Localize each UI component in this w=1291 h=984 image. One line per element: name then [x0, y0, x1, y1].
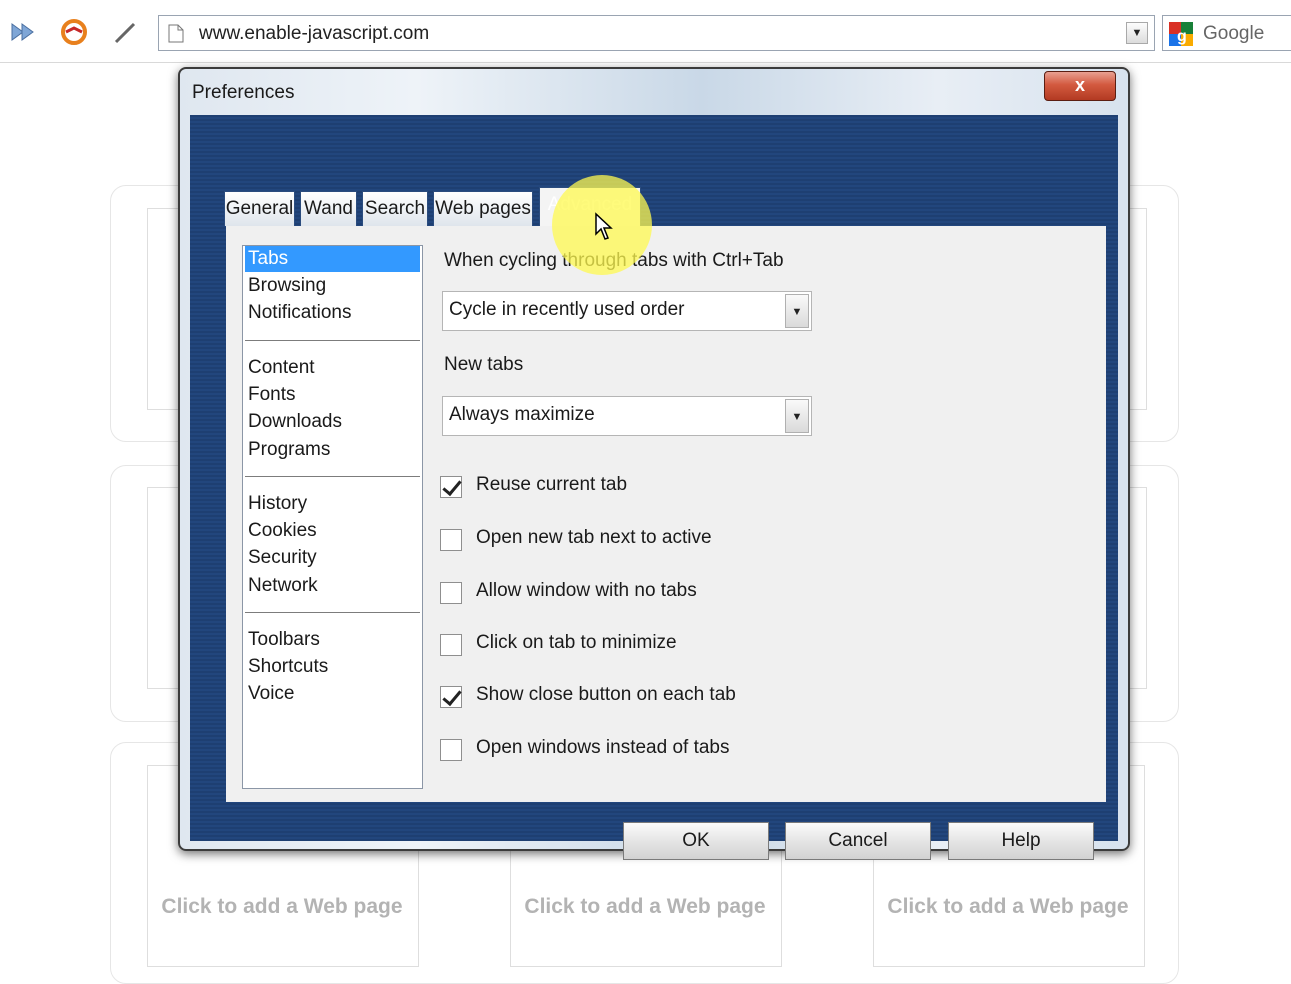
category-shortcuts[interactable]: Shortcuts	[245, 654, 420, 680]
category-security[interactable]: Security	[245, 545, 420, 571]
ok-button[interactable]: OK	[623, 822, 769, 860]
option-label: Reuse current tab	[476, 474, 628, 495]
speed-dial-caption: Click to add a Web page	[161, 895, 403, 918]
category-tabs[interactable]: Tabs	[245, 246, 420, 272]
category-content[interactable]: Content	[245, 355, 420, 381]
search-box[interactable]: g Google	[1162, 15, 1291, 51]
category-divider	[245, 476, 420, 477]
tab-search[interactable]: Search	[362, 191, 428, 226]
speed-dial-caption: Click to add a Web page	[524, 895, 766, 918]
tab-web-pages[interactable]: Web pages	[433, 191, 533, 226]
new-tabs-label: New tabs	[444, 354, 524, 375]
click-tab-minimize-checkbox[interactable]	[440, 634, 462, 656]
url-text: www.enable-javascript.com	[199, 23, 430, 44]
category-notifications[interactable]: Notifications	[245, 300, 420, 326]
fast-forward-icon[interactable]	[8, 16, 40, 48]
speed-dial-caption: Click to add a Web page	[887, 895, 1129, 918]
category-toolbars[interactable]: Toolbars	[245, 627, 420, 653]
category-programs[interactable]: Programs	[245, 437, 420, 463]
address-bar[interactable]: www.enable-javascript.com ▼	[158, 15, 1155, 51]
option-label: Open windows instead of tabs	[476, 737, 730, 758]
category-divider	[245, 612, 420, 613]
category-divider	[245, 340, 420, 341]
option-label: Open new tab next to active	[476, 527, 712, 548]
chevron-down-icon[interactable]: ▼	[785, 399, 809, 433]
option-label: Allow window with no tabs	[476, 580, 697, 601]
category-fonts[interactable]: Fonts	[245, 382, 420, 408]
mouse-cursor-icon	[595, 212, 613, 240]
cycle-order-select[interactable]: Cycle in recently used order ▼	[442, 291, 812, 331]
open-windows-checkbox[interactable]	[440, 739, 462, 761]
allow-no-tabs-checkbox[interactable]	[440, 582, 462, 604]
advanced-tab-page: Tabs Browsing Notifications Content Font…	[226, 226, 1106, 802]
browser-toolbar: www.enable-javascript.com ▼ g Google	[0, 0, 1291, 63]
cycle-order-value: Cycle in recently used order	[449, 299, 685, 320]
category-browsing[interactable]: Browsing	[245, 273, 420, 299]
tab-general[interactable]: General	[224, 191, 295, 226]
svg-text:g: g	[1177, 28, 1187, 45]
page-icon	[168, 24, 184, 43]
dialog-client-area: General Wand Search Web pages Advanced T…	[190, 115, 1118, 860]
google-icon: g	[1169, 22, 1193, 46]
show-close-button-checkbox[interactable]	[440, 686, 462, 708]
category-downloads[interactable]: Downloads	[245, 409, 420, 435]
search-engine-label: Google	[1203, 23, 1265, 44]
pen-icon[interactable]	[110, 16, 142, 48]
option-label: Show close button on each tab	[476, 684, 736, 705]
close-button[interactable]: x	[1044, 71, 1116, 101]
preferences-dialog: Preferences x General Wand Search Web pa…	[178, 67, 1130, 860]
category-list[interactable]: Tabs Browsing Notifications Content Font…	[242, 245, 423, 789]
new-tabs-value: Always maximize	[449, 404, 595, 425]
dialog-title: Preferences	[192, 82, 295, 103]
open-new-tab-next-checkbox[interactable]	[440, 529, 462, 551]
category-voice[interactable]: Voice	[245, 681, 420, 707]
chevron-down-icon[interactable]: ▼	[785, 294, 809, 328]
reuse-current-tab-checkbox[interactable]	[440, 476, 462, 498]
cancel-button[interactable]: Cancel	[785, 822, 931, 860]
tab-wand[interactable]: Wand	[300, 191, 357, 226]
option-label: Click on tab to minimize	[476, 632, 677, 653]
category-history[interactable]: History	[245, 491, 420, 517]
category-network[interactable]: Network	[245, 573, 420, 599]
sync-icon[interactable]	[58, 16, 90, 48]
new-tabs-select[interactable]: Always maximize ▼	[442, 396, 812, 436]
category-cookies[interactable]: Cookies	[245, 518, 420, 544]
help-button[interactable]: Help	[948, 822, 1094, 860]
address-dropdown-button[interactable]: ▼	[1126, 22, 1148, 44]
